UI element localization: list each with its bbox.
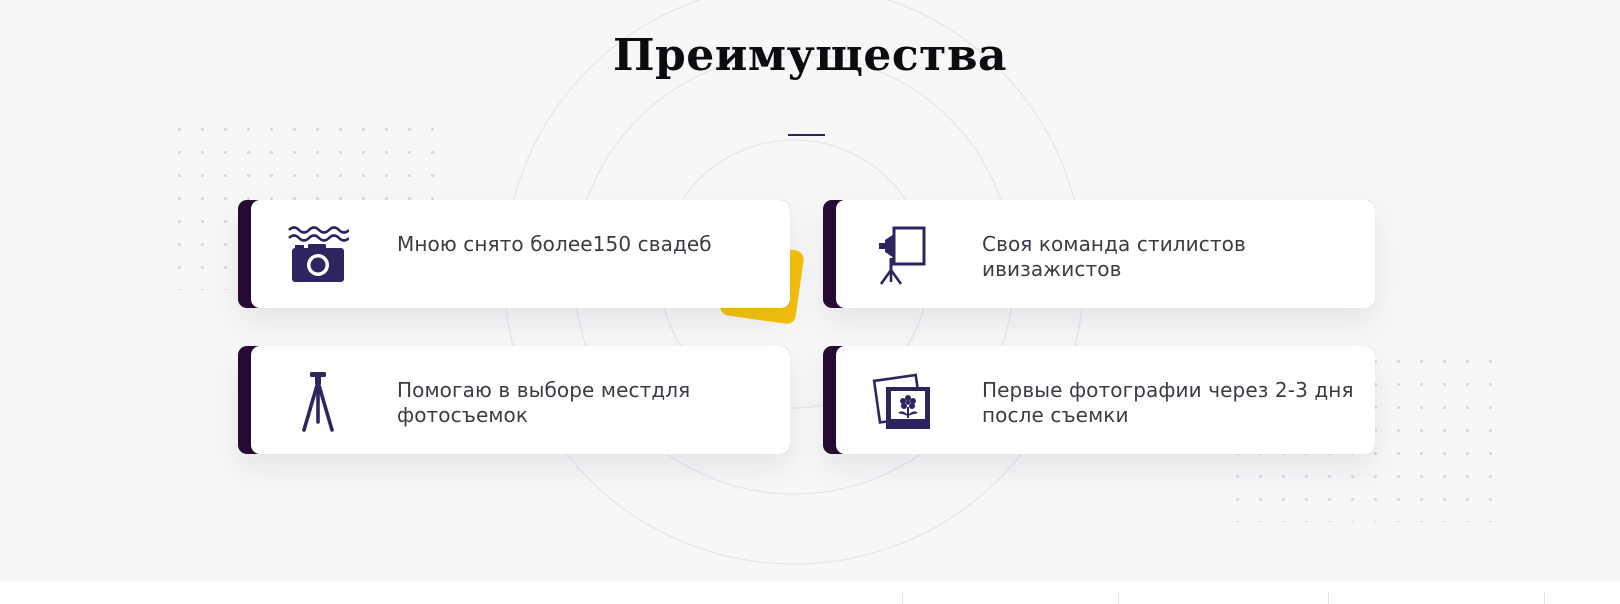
- footer-divider: [1118, 592, 1119, 604]
- footer-divider: [1544, 592, 1545, 604]
- advantage-card-body: Мною снято более150 свадеб: [251, 200, 790, 308]
- advantage-text: Помогаю в выборе местдля фотосъемок: [397, 378, 691, 427]
- footer-divider: [1328, 592, 1329, 604]
- advantage-card-body: Помогаю в выборе местдля фотосъемок: [251, 346, 790, 454]
- advantages-section: Преимущества Мною снято более150 свадеб: [0, 0, 1620, 604]
- advantage-card-weddings: Мною снято более150 свадеб: [238, 200, 790, 308]
- advantage-text: Мною снято более150 свадеб: [397, 232, 712, 256]
- advantage-text: Первые фотографии через 2-3 дня после съ…: [982, 378, 1354, 427]
- advantage-card-fast-photos: Первые фотографии через 2-3 дня после съ…: [823, 346, 1375, 454]
- next-section-strip: [0, 581, 1620, 604]
- advantage-card-team: Своя команда стилистов ивизажистов: [823, 200, 1375, 308]
- section-title: Преимущества: [612, 30, 1008, 81]
- advantage-card-locations: Помогаю в выборе местдля фотосъемок: [238, 346, 790, 454]
- tripod-icon: [287, 370, 349, 432]
- footer-divider: [902, 592, 903, 604]
- advantage-text: Своя команда стилистов ивизажистов: [982, 232, 1246, 281]
- photos-icon: [872, 370, 934, 432]
- title-divider: [788, 134, 825, 136]
- studio-light-icon: [872, 224, 934, 286]
- camera-icon: [287, 224, 349, 286]
- advantage-card-body: Своя команда стилистов ивизажистов: [836, 200, 1375, 308]
- advantage-card-body: Первые фотографии через 2-3 дня после съ…: [836, 346, 1375, 454]
